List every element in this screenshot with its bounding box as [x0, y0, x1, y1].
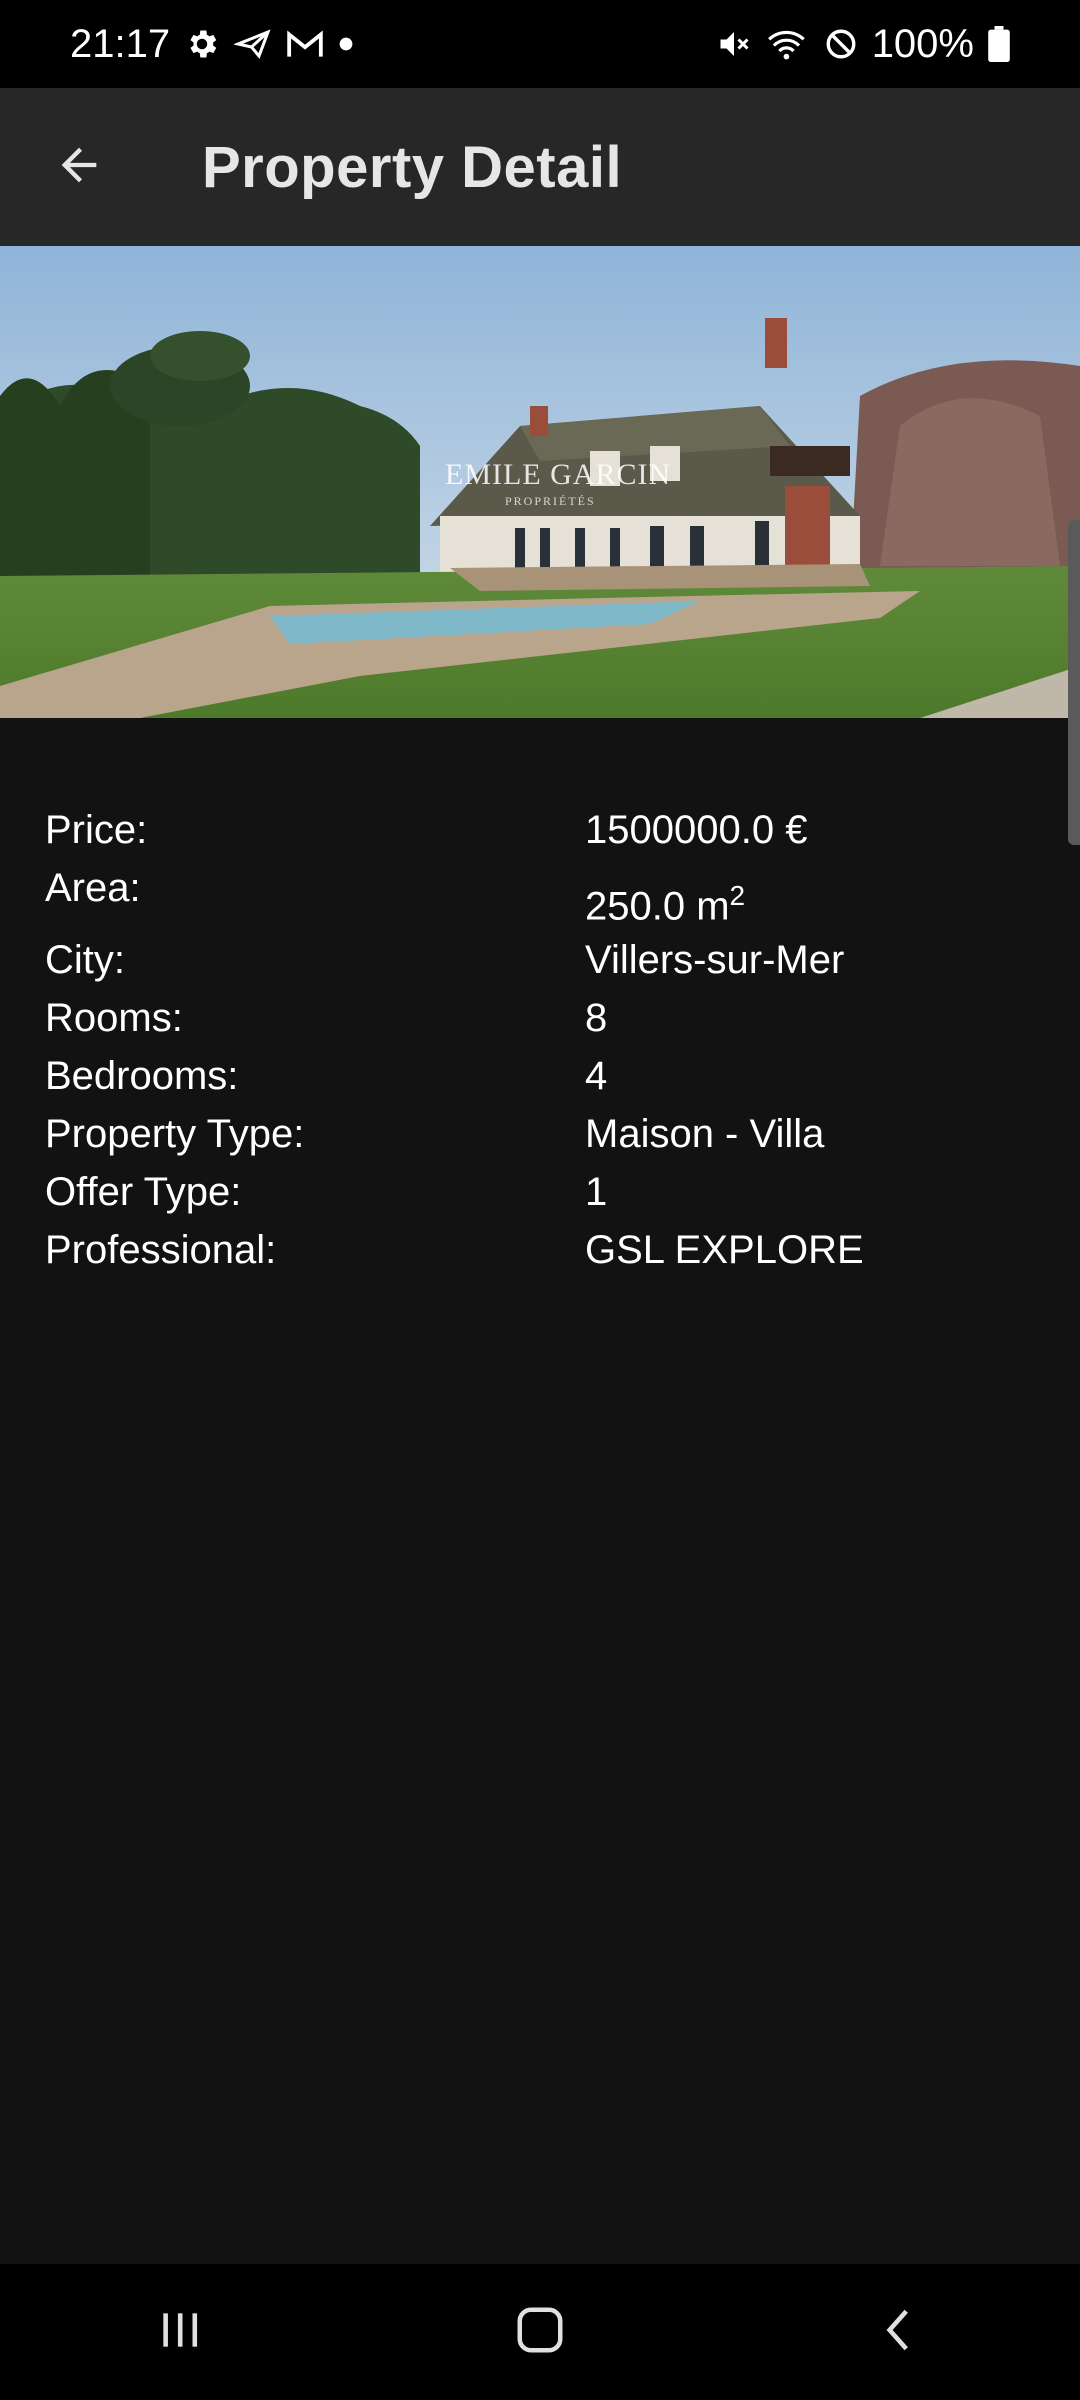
area-value-wrap: 250.0 m2 — [585, 880, 745, 929]
image-watermark: EMILE GARCIN — [445, 458, 672, 491]
area-label: Area: — [45, 866, 141, 910]
offer-type-value: 1 — [585, 1170, 608, 1214]
dnd-icon — [824, 27, 858, 61]
area-unit-exponent: 2 — [729, 880, 746, 911]
app-bar: Property Detail — [0, 88, 1080, 246]
status-time: 21:17 — [70, 21, 171, 66]
detail-row-price: Price: 1500000.0 € — [45, 808, 1035, 866]
recent-apps-button[interactable] — [120, 2282, 240, 2382]
nav-back-button[interactable] — [840, 2282, 960, 2382]
detail-row-area: Area: 250.0 m2 — [45, 866, 1035, 938]
battery-percent: 100% — [871, 21, 974, 66]
page-title: Property Detail — [202, 134, 623, 200]
back-icon — [875, 2305, 925, 2360]
wifi-icon — [766, 26, 810, 62]
rooms-label: Rooms: — [45, 996, 183, 1040]
offer-type-label: Offer Type: — [45, 1170, 242, 1214]
detail-row-bedrooms: Bedrooms: 4 — [45, 1054, 1035, 1112]
settings-icon — [184, 26, 220, 62]
home-icon — [513, 2303, 567, 2362]
mute-icon — [716, 26, 752, 62]
detail-row-rooms: Rooms: 8 — [45, 996, 1035, 1054]
home-button[interactable] — [480, 2282, 600, 2382]
area-value: 250.0 m — [585, 884, 730, 929]
recent-apps-icon — [155, 2305, 205, 2360]
city-value: Villers-sur-Mer — [585, 938, 845, 982]
price-label: Price: — [45, 808, 148, 852]
bedrooms-value: 4 — [585, 1054, 608, 1098]
status-bar: 21:17 100% — [0, 0, 1080, 88]
back-button[interactable] — [39, 127, 119, 207]
image-watermark-sub: PROPRIÉTÉS — [505, 494, 596, 508]
property-type-label: Property Type: — [45, 1112, 305, 1156]
arrow-back-icon — [53, 139, 105, 196]
detail-row-professional: Professional: GSL EXPLORE — [45, 1228, 1035, 1286]
detail-row-property-type: Property Type: Maison - Villa — [45, 1112, 1035, 1170]
property-details: Price: 1500000.0 € Area: 250.0 m2 City: … — [45, 808, 1035, 1286]
status-bar-right: 100% — [716, 22, 1010, 67]
system-nav-bar — [0, 2264, 1080, 2400]
battery-icon — [988, 26, 1010, 62]
send-icon — [234, 29, 272, 59]
status-bar-left: 21:17 — [70, 22, 354, 67]
dot-icon — [338, 36, 354, 52]
price-value: 1500000.0 € — [585, 808, 808, 852]
city-label: City: — [45, 938, 125, 982]
rooms-value: 8 — [585, 996, 608, 1040]
property-image: EMILE GARCIN PROPRIÉTÉS — [0, 246, 1080, 718]
bedrooms-label: Bedrooms: — [45, 1054, 239, 1098]
detail-row-offer-type: Offer Type: 1 — [45, 1170, 1035, 1228]
scrollbar[interactable] — [1068, 520, 1080, 845]
professional-value: GSL EXPLORE — [585, 1228, 864, 1272]
professional-label: Professional: — [45, 1228, 277, 1272]
gmail-icon — [286, 29, 324, 59]
detail-row-city: City: Villers-sur-Mer — [45, 938, 1035, 996]
property-type-value: Maison - Villa — [585, 1112, 825, 1156]
